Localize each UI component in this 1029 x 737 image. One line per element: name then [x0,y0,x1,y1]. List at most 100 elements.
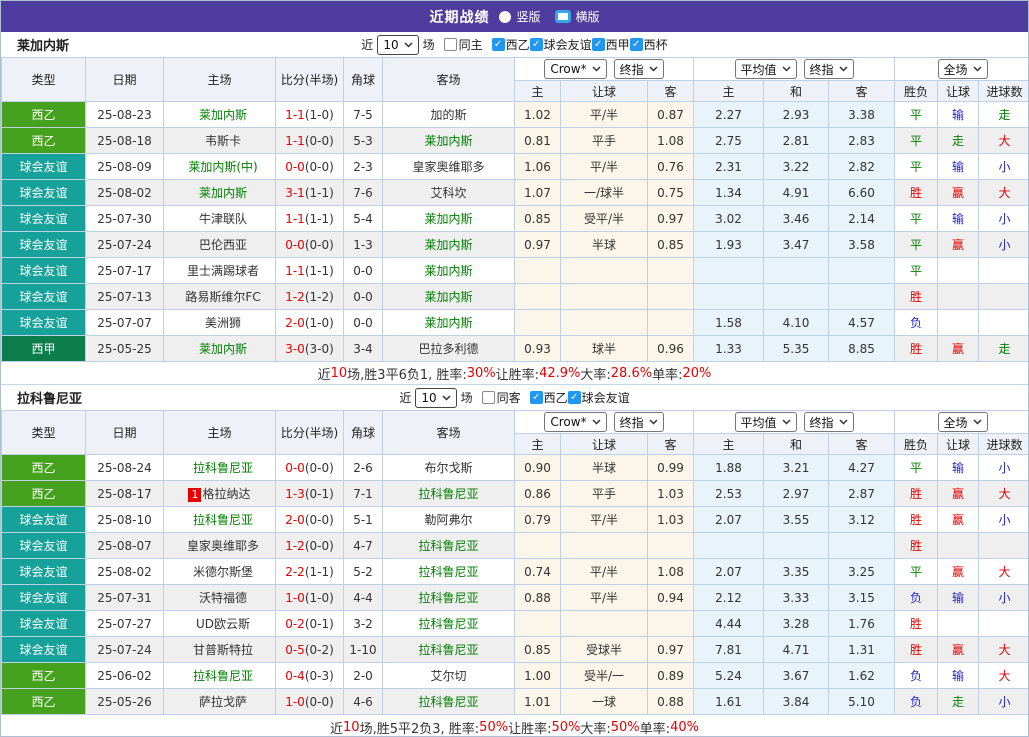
away-team[interactable]: 勒阿弗尔 [383,507,515,533]
league-filter-checkbox[interactable]: ✓ 球会友谊 [530,36,592,53]
away-team[interactable]: 莱加内斯 [383,284,515,310]
home-team-name[interactable]: 美洲狮 [205,316,241,330]
home-team-name[interactable]: 沃特福德 [199,591,247,605]
home-team[interactable]: 沃特福德 [164,585,276,611]
home-team[interactable]: UD欧云斯 [164,611,276,637]
home-team[interactable]: 萨拉戈萨 [164,689,276,715]
away-team[interactable]: 拉科鲁尼亚 [383,585,515,611]
away-team[interactable]: 莱加内斯 [383,128,515,154]
home-team-name[interactable]: 路易斯维尔FC [185,290,260,304]
home-team[interactable]: 莱加内斯 [164,336,276,362]
away-team[interactable]: 布尔戈斯 [383,455,515,481]
home-team[interactable]: 里士满踢球者 [164,258,276,284]
rounds-select[interactable]: 10 [415,388,456,408]
checkbox-icon[interactable]: ✓ [530,38,543,51]
radio-icon[interactable] [555,10,571,23]
league-filter-checkbox[interactable]: ✓ 西乙 [492,36,530,53]
home-team[interactable]: 甘普斯特拉 [164,637,276,663]
away-team[interactable]: 艾科坎 [383,180,515,206]
away-team[interactable]: 巴拉多利德 [383,336,515,362]
dropdown-select[interactable]: 终指 [614,59,664,79]
away-team-name[interactable]: 拉科鲁尼亚 [418,643,478,657]
home-team[interactable]: 1格拉纳达 [164,481,276,507]
home-team-name[interactable]: 莱加内斯 [199,108,247,122]
away-team-name[interactable]: 布尔戈斯 [424,461,472,475]
away-team[interactable]: 拉科鲁尼亚 [383,559,515,585]
home-team-name[interactable]: UD欧云斯 [196,617,250,631]
league-filter-checkbox[interactable]: ✓ 西杯 [630,36,668,53]
away-team-name[interactable]: 莱加内斯 [424,290,472,304]
checkbox-icon[interactable]: ✓ [592,38,605,51]
radio-icon[interactable] [499,11,511,23]
away-team[interactable]: 莱加内斯 [383,310,515,336]
dropdown-select[interactable]: Crow* [544,59,606,79]
away-team-name[interactable]: 勒阿弗尔 [424,513,472,527]
away-team-name[interactable]: 拉科鲁尼亚 [418,539,478,553]
away-team-name[interactable]: 拉科鲁尼亚 [418,591,478,605]
away-team[interactable]: 拉科鲁尼亚 [383,637,515,663]
away-team-name[interactable]: 加的斯 [430,108,466,122]
home-team-name[interactable]: 拉科鲁尼亚 [193,669,253,683]
home-team-name[interactable]: 萨拉戈萨 [199,695,247,709]
checkbox-icon[interactable] [444,38,457,51]
home-team[interactable]: 莱加内斯 [164,102,276,128]
away-team-name[interactable]: 拉科鲁尼亚 [418,565,478,579]
away-team-name[interactable]: 巴拉多利德 [418,342,478,356]
layout-radio-option[interactable]: 竖版 [499,8,540,25]
dropdown-select[interactable]: 平均值 [735,412,797,432]
away-team[interactable]: 莱加内斯 [383,232,515,258]
away-team-name[interactable]: 莱加内斯 [424,238,472,252]
home-team[interactable]: 美洲狮 [164,310,276,336]
away-team-name[interactable]: 拉科鲁尼亚 [418,617,478,631]
away-team-name[interactable]: 莱加内斯 [424,134,472,148]
rounds-select[interactable]: 10 [377,35,418,55]
checkbox-icon[interactable] [482,391,495,404]
dropdown-select[interactable]: 终指 [804,59,854,79]
away-team-name[interactable]: 艾尔切 [430,669,466,683]
home-team-name[interactable]: 莱加内斯(中) [188,160,257,174]
league-filter-checkbox[interactable]: ✓ 西乙 [530,389,568,406]
home-team-name[interactable]: 韦斯卡 [205,134,241,148]
home-team-name[interactable]: 拉科鲁尼亚 [193,461,253,475]
away-team[interactable]: 莱加内斯 [383,258,515,284]
away-team[interactable]: 皇家奥维耶多 [383,154,515,180]
away-team-name[interactable]: 拉科鲁尼亚 [418,695,478,709]
away-team[interactable]: 艾尔切 [383,663,515,689]
away-team-name[interactable]: 莱加内斯 [424,316,472,330]
home-team-name[interactable]: 格拉纳达 [202,487,250,501]
away-team[interactable]: 莱加内斯 [383,206,515,232]
dropdown-select[interactable]: 平均值 [735,59,797,79]
away-team[interactable]: 拉科鲁尼亚 [383,533,515,559]
away-team[interactable]: 拉科鲁尼亚 [383,481,515,507]
home-team[interactable]: 拉科鲁尼亚 [164,663,276,689]
away-team-name[interactable]: 艾科坎 [430,186,466,200]
away-team[interactable]: 拉科鲁尼亚 [383,611,515,637]
venue-filter-checkbox[interactable]: 同客 [482,389,521,406]
checkbox-icon[interactable]: ✓ [530,391,543,404]
dropdown-select[interactable]: Crow* [544,412,606,432]
home-team-name[interactable]: 莱加内斯 [199,342,247,356]
layout-radio-option[interactable]: 横版 [555,8,600,25]
home-team-name[interactable]: 米德尔斯堡 [193,565,253,579]
home-team-name[interactable]: 里士满踢球者 [187,264,259,278]
home-team[interactable]: 皇家奥维耶多 [164,533,276,559]
home-team-name[interactable]: 甘普斯特拉 [193,643,253,657]
venue-filter-checkbox[interactable]: 同主 [444,36,483,53]
home-team[interactable]: 莱加内斯(中) [164,154,276,180]
home-team[interactable]: 路易斯维尔FC [164,284,276,310]
home-team-name[interactable]: 拉科鲁尼亚 [193,513,253,527]
away-team-name[interactable]: 皇家奥维耶多 [412,160,484,174]
dropdown-select[interactable]: 全场 [938,412,988,432]
away-team[interactable]: 拉科鲁尼亚 [383,689,515,715]
home-team-name[interactable]: 巴伦西亚 [199,238,247,252]
dropdown-select[interactable]: 终指 [804,412,854,432]
away-team-name[interactable]: 拉科鲁尼亚 [418,487,478,501]
home-team-name[interactable]: 牛津联队 [199,212,247,226]
home-team[interactable]: 米德尔斯堡 [164,559,276,585]
home-team-name[interactable]: 皇家奥维耶多 [187,539,259,553]
dropdown-select[interactable]: 终指 [614,412,664,432]
checkbox-icon[interactable]: ✓ [492,38,505,51]
home-team[interactable]: 牛津联队 [164,206,276,232]
home-team[interactable]: 巴伦西亚 [164,232,276,258]
dropdown-select[interactable]: 全场 [938,59,988,79]
